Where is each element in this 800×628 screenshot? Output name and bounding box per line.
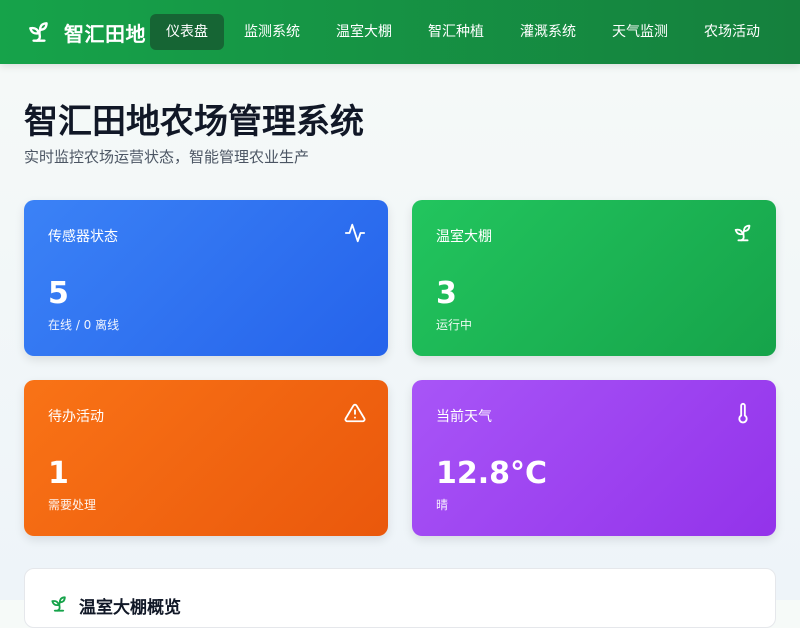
greenhouse-overview-panel: 温室大棚概览: [24, 568, 776, 628]
nav-item-greenhouse[interactable]: 温室大棚: [320, 14, 408, 50]
sprout-icon: [51, 596, 66, 612]
sensor-status-card[interactable]: 传感器状态 5 在线 / 0 离线: [24, 200, 388, 356]
sprout-icon: [29, 22, 48, 42]
card-value: 3: [436, 276, 457, 311]
top-navbar: 智汇田地 仪表盘 监测系统 温室大棚 智汇种植 灌溉系统 天气监测 农场活动: [0, 0, 800, 64]
nav-item-activities[interactable]: 农场活动: [688, 14, 776, 50]
pending-activities-card[interactable]: 待办活动 1 需要处理: [24, 380, 388, 536]
card-title: 传感器状态: [48, 229, 118, 245]
nav-item-irrigation[interactable]: 灌溉系统: [504, 14, 592, 50]
card-value: 12.8°C: [436, 456, 548, 491]
card-value: 1: [48, 456, 69, 491]
card-caption: 需要处理: [48, 498, 97, 512]
thermometer-icon: [738, 402, 748, 424]
page-title: 智汇田地农场管理系统: [24, 102, 364, 142]
current-weather-card[interactable]: 当前天气 12.8°C 晴: [412, 380, 776, 536]
card-caption: 运行中: [436, 318, 473, 332]
warning-icon: [344, 403, 366, 423]
card-caption: 晴: [436, 498, 449, 512]
sprout-icon: [734, 224, 751, 242]
card-caption: 在线 / 0 离线: [48, 318, 120, 332]
nav-item-monitoring[interactable]: 监测系统: [228, 14, 316, 50]
card-title: 当前天气: [436, 409, 492, 425]
overview-title: 温室大棚概览: [79, 598, 181, 618]
card-title: 温室大棚: [436, 229, 492, 245]
nav-item-weather[interactable]: 天气监测: [596, 14, 684, 50]
card-value: 5: [48, 276, 69, 311]
activity-icon: [344, 223, 366, 243]
nav-item-planting[interactable]: 智汇种植: [412, 14, 500, 50]
greenhouse-card[interactable]: 温室大棚 3 运行中: [412, 200, 776, 356]
card-title: 待办活动: [48, 409, 104, 425]
nav-item-dashboard[interactable]: 仪表盘: [150, 14, 224, 50]
page-subtitle: 实时监控农场运营状态，智能管理农业生产: [24, 148, 310, 166]
brand-logo[interactable]: 智汇田地: [26, 14, 146, 50]
brand-name: 智汇田地: [64, 21, 146, 46]
